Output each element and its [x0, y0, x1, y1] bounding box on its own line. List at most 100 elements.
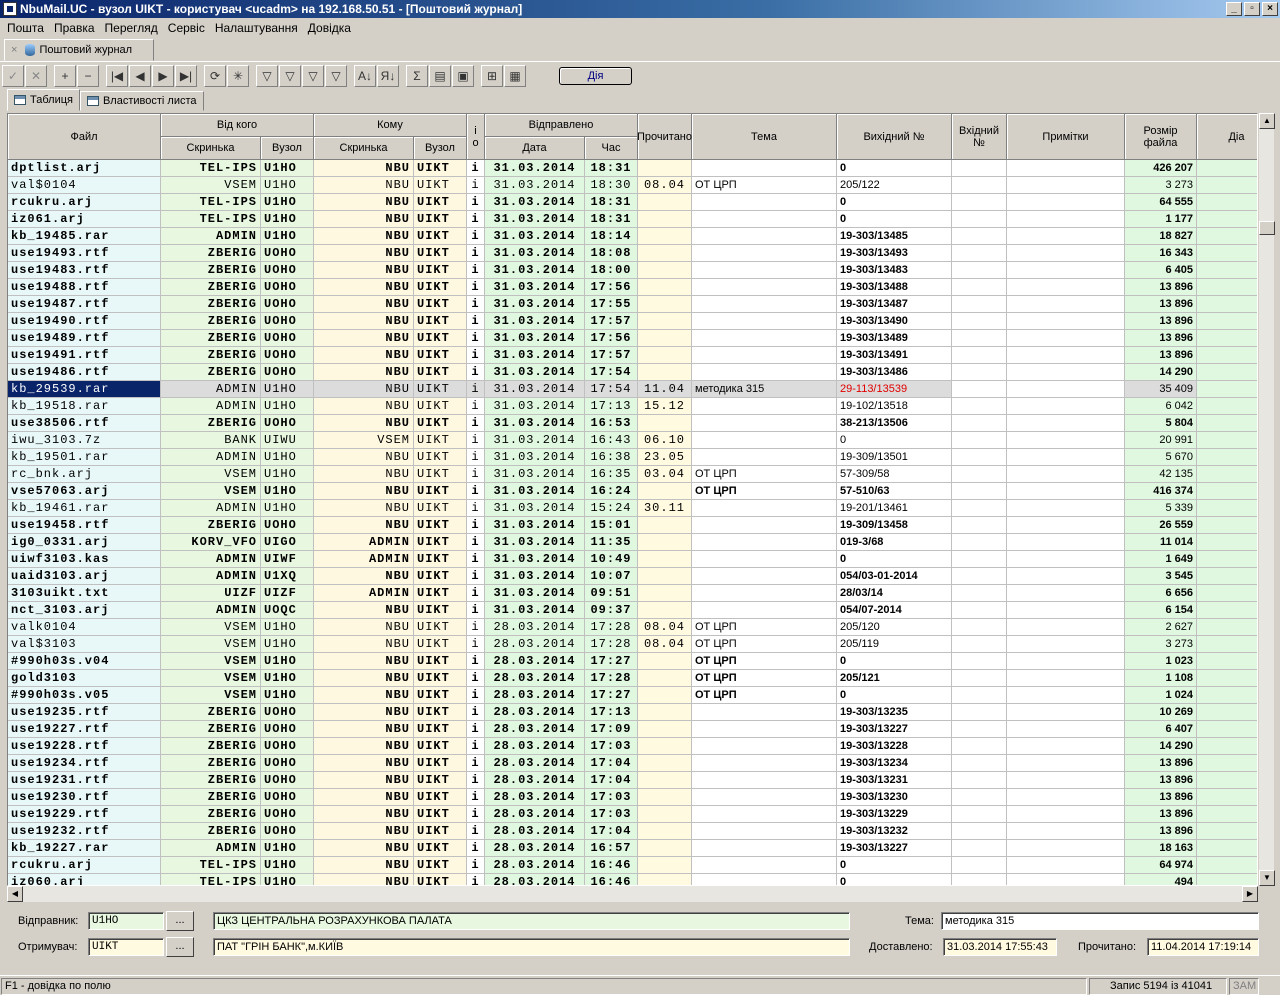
cell-sent-time[interactable]: 17:57 [585, 313, 638, 330]
cell-from-node[interactable]: UIWF [261, 551, 314, 568]
table-row[interactable]: val$3103 VSEM U1HO NBU UIKT i 28.03.2014 17:28 0… [8, 636, 1257, 653]
cell-empty[interactable] [952, 432, 1007, 449]
cell-size[interactable]: 6 656 [1125, 585, 1197, 602]
cell-sent-date[interactable]: 28.03.2014 [485, 738, 585, 755]
cell-sent-time[interactable]: 16:57 [585, 840, 638, 857]
cell-to-node[interactable]: UIKT [414, 398, 467, 415]
cell-sent-date[interactable]: 28.03.2014 [485, 653, 585, 670]
star-button[interactable]: ✳ [227, 65, 249, 87]
cell-sent-date[interactable]: 28.03.2014 [485, 823, 585, 840]
cell-size[interactable]: 13 896 [1125, 806, 1197, 823]
cell-empty[interactable] [1197, 398, 1257, 415]
cell-size[interactable]: 18 827 [1125, 228, 1197, 245]
table-row[interactable]: rc_bnk.arj VSEM U1HO NBU UIKT i 31.03.2014 16:3… [8, 466, 1257, 483]
cell-file[interactable]: use19487.rtf [8, 296, 161, 313]
cell-read[interactable] [638, 483, 692, 500]
cell-sent-time[interactable]: 16:43 [585, 432, 638, 449]
cell-io[interactable]: i [467, 177, 485, 194]
table-row[interactable]: 3103uikt.txt UIZF UIZF ADMIN UIKT i 31.03.2014… [8, 585, 1257, 602]
cell-size[interactable]: 13 896 [1125, 347, 1197, 364]
cell-size[interactable]: 3 273 [1125, 636, 1197, 653]
cell-to-box[interactable]: NBU [314, 636, 414, 653]
cancel-button[interactable]: ✕ [25, 65, 47, 87]
cell-to-node[interactable]: UIKT [414, 857, 467, 874]
cell-to-box[interactable]: NBU [314, 738, 414, 755]
cell-to-box[interactable]: NBU [314, 483, 414, 500]
table-row[interactable]: val$0104 VSEM U1HO NBU UIKT i 31.03.2014 18:30 0… [8, 177, 1257, 194]
cell-to-box[interactable]: NBU [314, 789, 414, 806]
cell-sent-time[interactable]: 10:07 [585, 568, 638, 585]
cell-to-box[interactable]: NBU [314, 313, 414, 330]
cell-read[interactable] [638, 840, 692, 857]
cell-subject[interactable] [692, 228, 837, 245]
menu-settings[interactable]: Налаштування [210, 21, 303, 35]
cell-size[interactable]: 1 024 [1125, 687, 1197, 704]
cell-to-box[interactable]: NBU [314, 619, 414, 636]
cell-empty[interactable] [1197, 738, 1257, 755]
cell-sent-date[interactable]: 28.03.2014 [485, 704, 585, 721]
cell-sent-date[interactable]: 31.03.2014 [485, 296, 585, 313]
table-row[interactable]: iz061.arj TEL-IPS U1HO NBU UIKT i 31.03.2014 18… [8, 211, 1257, 228]
cell-out-no[interactable]: 19-303/13486 [837, 364, 952, 381]
cell-empty[interactable] [1197, 602, 1257, 619]
col-sent-time[interactable]: Час [585, 137, 638, 160]
cell-io[interactable]: i [467, 245, 485, 262]
cell-size[interactable]: 14 290 [1125, 364, 1197, 381]
cell-empty[interactable] [1197, 704, 1257, 721]
cell-size[interactable]: 18 163 [1125, 840, 1197, 857]
cell-to-node[interactable]: UIKT [414, 160, 467, 177]
cell-empty[interactable] [952, 619, 1007, 636]
menu-service[interactable]: Сервіс [163, 21, 210, 35]
cell-io[interactable]: i [467, 211, 485, 228]
table-row[interactable]: iz060.arj TEL-IPS U1HO NBU UIKT i 28.03.2014 16… [8, 874, 1257, 885]
cell-sent-time[interactable]: 17:28 [585, 619, 638, 636]
cell-from-node[interactable]: U1HO [261, 483, 314, 500]
cell-from-node[interactable]: U1HO [261, 177, 314, 194]
maximize-button[interactable]: ▫ [1244, 2, 1260, 16]
prev-button[interactable]: ◀ [129, 65, 151, 87]
cell-subject[interactable] [692, 449, 837, 466]
cell-sent-date[interactable]: 28.03.2014 [485, 721, 585, 738]
cell-out-no[interactable]: 19-303/13483 [837, 262, 952, 279]
cell-from-box[interactable]: VSEM [161, 177, 261, 194]
cell-file[interactable]: #990h03s.v05 [8, 687, 161, 704]
cell-subject[interactable] [692, 857, 837, 874]
cell-read[interactable] [638, 721, 692, 738]
cell-out-no[interactable]: 205/119 [837, 636, 952, 653]
cell-from-box[interactable]: KORV_VFO [161, 534, 261, 551]
table-row[interactable]: uaid3103.arj ADMIN U1XQ NBU UIKT i 31.03.2014 1… [8, 568, 1257, 585]
cell-empty[interactable] [952, 772, 1007, 789]
table-row[interactable]: use19231.rtf ZBERIG UOHO NBU UIKT i 28.03.2014… [8, 772, 1257, 789]
cell-from-node[interactable]: UIWU [261, 432, 314, 449]
check-button[interactable]: ✓ [2, 65, 24, 87]
cell-file[interactable]: use19234.rtf [8, 755, 161, 772]
cell-size[interactable]: 13 896 [1125, 755, 1197, 772]
cell-empty[interactable] [1007, 619, 1125, 636]
filter-clear-button[interactable]: ▽ [279, 65, 301, 87]
cell-size[interactable]: 64 555 [1125, 194, 1197, 211]
plus-button[interactable]: + [54, 65, 76, 87]
scroll-right-icon[interactable]: ▶ [1242, 886, 1258, 902]
cell-read[interactable] [638, 585, 692, 602]
cell-from-node[interactable]: U1HO [261, 500, 314, 517]
table-row[interactable]: use19491.rtf ZBERIG UOHO NBU UIKT i 31.03.2014… [8, 347, 1257, 364]
cell-io[interactable]: i [467, 704, 485, 721]
cell-to-box[interactable]: NBU [314, 262, 414, 279]
cell-empty[interactable] [1007, 551, 1125, 568]
cell-from-node[interactable]: UOHO [261, 296, 314, 313]
cell-file[interactable]: kb_19501.rar [8, 449, 161, 466]
menu-mail[interactable]: Пошта [2, 21, 49, 35]
cell-empty[interactable] [952, 313, 1007, 330]
cell-empty[interactable] [952, 687, 1007, 704]
cell-read[interactable]: 15.12 [638, 398, 692, 415]
cell-sent-date[interactable]: 31.03.2014 [485, 364, 585, 381]
cell-io[interactable]: i [467, 551, 485, 568]
cell-empty[interactable] [1197, 245, 1257, 262]
cell-to-box[interactable]: NBU [314, 568, 414, 585]
cell-file[interactable]: use19486.rtf [8, 364, 161, 381]
cell-sent-date[interactable]: 28.03.2014 [485, 789, 585, 806]
cell-to-node[interactable]: UIKT [414, 449, 467, 466]
cell-from-box[interactable]: ADMIN [161, 449, 261, 466]
cell-read[interactable] [638, 228, 692, 245]
cell-io[interactable]: i [467, 500, 485, 517]
